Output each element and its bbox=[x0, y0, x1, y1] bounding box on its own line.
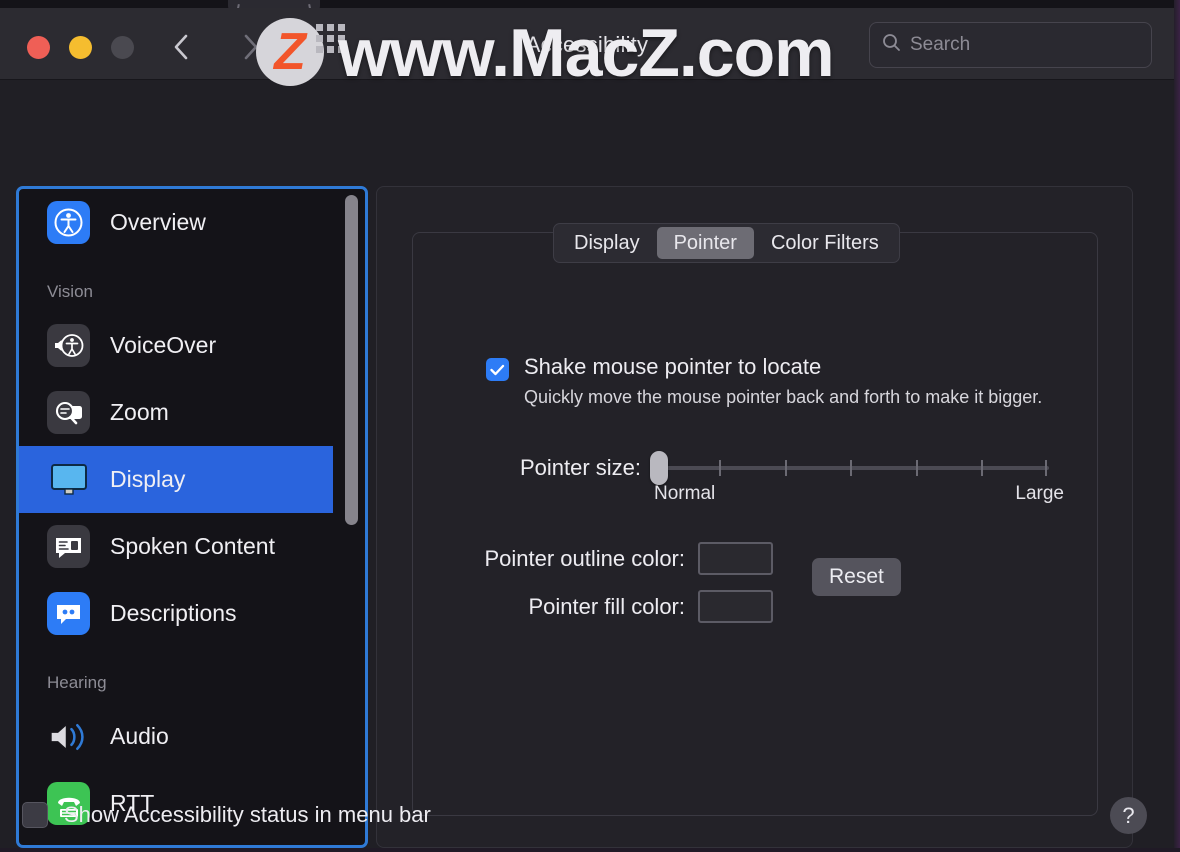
pointer-settings-content: Shake mouse pointer to locate Quickly mo… bbox=[413, 233, 1097, 815]
sidebar-item-audio[interactable]: Audio bbox=[19, 703, 365, 770]
zoom-magnifier-icon bbox=[47, 391, 90, 434]
slider-max-label: Large bbox=[1015, 483, 1064, 504]
shake-pointer-label: Shake mouse pointer to locate bbox=[524, 354, 822, 379]
menu-bar-status-label: Show Accessibility status in menu bar bbox=[64, 802, 431, 827]
window-body: Overview Vision VoiceOver Zoom Display S… bbox=[0, 80, 1174, 848]
sidebar-item-overview[interactable]: Overview bbox=[19, 189, 365, 256]
accessibility-person-icon bbox=[47, 201, 90, 244]
accessibility-preferences-window: Accessibility Search Overview Vision Voi… bbox=[0, 8, 1174, 848]
desktop-edge-bottom bbox=[0, 848, 1180, 852]
pointer-size-slider[interactable] bbox=[650, 451, 1049, 485]
shake-pointer-description: Quickly move the mouse pointer back and … bbox=[524, 387, 1043, 407]
menu-bar-checkbox-row[interactable]: Show Accessibility status in menu bar bbox=[22, 802, 431, 828]
pointer-size-label: Pointer size: bbox=[519, 455, 641, 480]
slider-tick bbox=[1045, 460, 1047, 476]
tab-bar: Display Pointer Color Filters bbox=[553, 223, 900, 263]
pointer-fill-color-row: Pointer fill color: bbox=[453, 590, 773, 623]
sidebar-item-label: Audio bbox=[110, 723, 169, 749]
sidebar-group-vision: Vision bbox=[47, 282, 93, 301]
window-titlebar: Accessibility Search bbox=[0, 8, 1174, 80]
pointer-size-row: Pointer size: bbox=[486, 451, 1049, 485]
slider-tick bbox=[981, 460, 983, 476]
screenshot-root: Accessibility Search Overview Vision Voi… bbox=[0, 0, 1180, 852]
speaker-icon bbox=[47, 715, 90, 758]
shake-pointer-checkbox[interactable] bbox=[486, 358, 509, 381]
slider-min-label: Normal bbox=[654, 483, 716, 504]
sidebar-item-label: Zoom bbox=[110, 399, 169, 425]
sidebar-item-voiceover[interactable]: VoiceOver bbox=[19, 312, 365, 379]
tab-pointer[interactable]: Pointer bbox=[656, 227, 754, 259]
slider-tick bbox=[785, 460, 787, 476]
desktop-edge-right bbox=[1174, 0, 1180, 852]
slider-tick bbox=[719, 460, 721, 476]
search-field[interactable]: Search bbox=[869, 22, 1152, 68]
help-button[interactable]: ? bbox=[1110, 797, 1147, 834]
main-panel: Shake mouse pointer to locate Quickly mo… bbox=[376, 186, 1133, 848]
sidebar-item-spoken-content[interactable]: Spoken Content bbox=[19, 513, 365, 580]
sidebar-item-label: Display bbox=[110, 466, 186, 492]
sidebar-scrollbar[interactable] bbox=[345, 195, 358, 525]
sidebar-item-zoom[interactable]: Zoom bbox=[19, 379, 365, 446]
desktop-strip bbox=[0, 0, 1180, 8]
sidebar-item-display[interactable]: Display bbox=[19, 446, 333, 513]
sidebar-item-label: VoiceOver bbox=[110, 332, 217, 358]
pointer-outline-color-well[interactable] bbox=[698, 542, 773, 575]
slider-tick bbox=[850, 460, 852, 476]
shake-pointer-checkbox-row[interactable]: Shake mouse pointer to locate bbox=[486, 354, 821, 381]
sidebar-item-label: Spoken Content bbox=[110, 533, 275, 559]
sidebar-group-hearing: Hearing bbox=[47, 673, 107, 692]
pointer-outline-color-row: Pointer outline color: bbox=[453, 542, 773, 575]
pointer-fill-color-well[interactable] bbox=[698, 590, 773, 623]
tab-color-filters[interactable]: Color Filters bbox=[754, 227, 896, 259]
sidebar-item-label: Descriptions bbox=[110, 600, 237, 626]
descriptions-bubble-icon bbox=[47, 592, 90, 635]
speech-bubble-icon bbox=[47, 525, 90, 568]
menu-bar-status-checkbox[interactable] bbox=[22, 802, 48, 828]
pointer-settings-box: Shake mouse pointer to locate Quickly mo… bbox=[412, 232, 1098, 816]
search-placeholder: Search bbox=[910, 34, 971, 55]
voiceover-icon bbox=[47, 324, 90, 367]
slider-knob[interactable] bbox=[650, 451, 668, 485]
pointer-fill-color-label: Pointer fill color: bbox=[528, 593, 685, 619]
sidebar[interactable]: Overview Vision VoiceOver Zoom Display S… bbox=[16, 186, 368, 848]
search-icon bbox=[882, 33, 901, 57]
sidebar-item-label: Overview bbox=[110, 209, 206, 235]
reset-button[interactable]: Reset bbox=[812, 558, 901, 596]
slider-tick bbox=[916, 460, 918, 476]
tab-display[interactable]: Display bbox=[557, 227, 657, 259]
display-monitor-icon bbox=[47, 458, 90, 501]
slider-end-labels: Normal Large bbox=[654, 483, 1064, 505]
sidebar-item-descriptions[interactable]: Descriptions bbox=[19, 580, 365, 647]
pointer-outline-color-label: Pointer outline color: bbox=[484, 545, 685, 571]
sidebar-scroll-area[interactable]: Overview Vision VoiceOver Zoom Display S… bbox=[19, 189, 365, 845]
